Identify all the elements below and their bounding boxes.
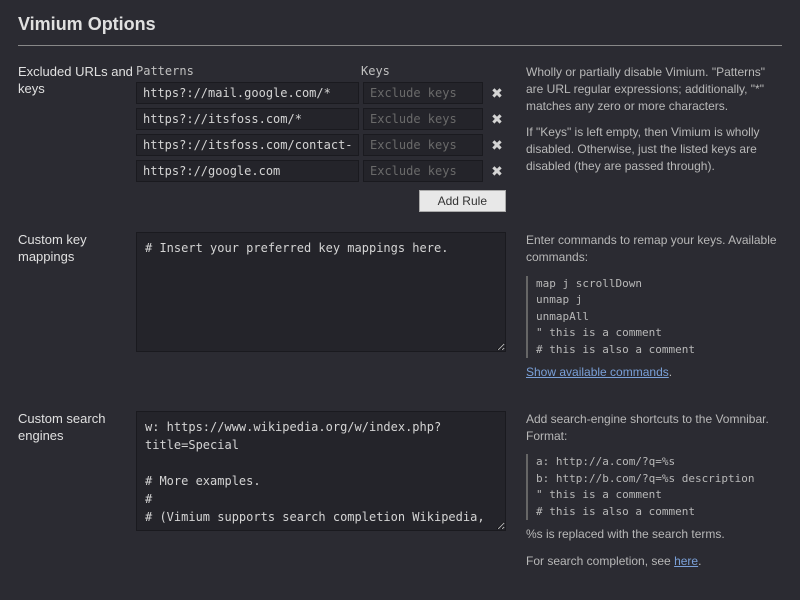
section-search: Custom search engines Add search-engine … [0, 411, 800, 600]
keys-input[interactable] [363, 108, 483, 130]
help-code: map j scrollDown unmap j unmapAll " this… [526, 276, 782, 359]
help-search: Add search-engine shortcuts to the Vomni… [506, 411, 782, 580]
pattern-input[interactable] [136, 160, 359, 182]
section-label-excluded: Excluded URLs and keys [18, 64, 136, 212]
pattern-input[interactable] [136, 134, 359, 156]
close-icon[interactable]: ✖ [489, 163, 505, 180]
help-text: Wholly or partially disable Vimium. "Pat… [526, 64, 782, 114]
help-text: Enter commands to remap your keys. Avail… [526, 232, 782, 266]
keys-input[interactable] [363, 82, 483, 104]
keymap-textarea[interactable] [136, 232, 506, 352]
keys-input[interactable] [363, 160, 483, 182]
help-text: If "Keys" is left empty, then Vimium is … [526, 124, 782, 174]
add-rule-button[interactable]: Add Rule [419, 190, 506, 212]
help-text: . [698, 554, 701, 568]
section-excluded: Excluded URLs and keys Patterns Keys ✖ ✖… [0, 64, 800, 232]
help-text: %s is replaced with the search terms. [526, 526, 782, 543]
col-header-patterns: Patterns [136, 64, 361, 78]
close-icon[interactable]: ✖ [489, 111, 505, 128]
section-keymap: Custom key mappings Enter commands to re… [0, 232, 800, 411]
page-title: Vimium Options [18, 14, 782, 35]
col-header-keys: Keys [361, 64, 481, 78]
pattern-input[interactable] [136, 82, 359, 104]
section-label-keymap: Custom key mappings [18, 232, 136, 391]
close-icon[interactable]: ✖ [489, 137, 505, 154]
rule-row: ✖ [136, 108, 506, 130]
help-text: For search completion, see here. [526, 553, 782, 570]
keys-input[interactable] [363, 134, 483, 156]
search-textarea[interactable] [136, 411, 506, 531]
divider [18, 45, 782, 46]
pattern-input[interactable] [136, 108, 359, 130]
help-text: Add search-engine shortcuts to the Vomni… [526, 411, 782, 445]
show-commands-link[interactable]: Show available commands [526, 365, 669, 379]
help-text: Show available commands. [526, 364, 782, 381]
help-excluded: Wholly or partially disable Vimium. "Pat… [506, 64, 782, 212]
help-code: a: http://a.com/?q=%s b: http://b.com/?q… [526, 454, 782, 520]
rule-row: ✖ [136, 82, 506, 104]
section-label-search: Custom search engines [18, 411, 136, 580]
help-text: . [669, 365, 672, 379]
rule-row: ✖ [136, 160, 506, 182]
help-text: For search completion, see [526, 554, 674, 568]
help-keymap: Enter commands to remap your keys. Avail… [506, 232, 782, 391]
close-icon[interactable]: ✖ [489, 85, 505, 102]
rule-row: ✖ [136, 134, 506, 156]
search-completion-link[interactable]: here [674, 554, 698, 568]
